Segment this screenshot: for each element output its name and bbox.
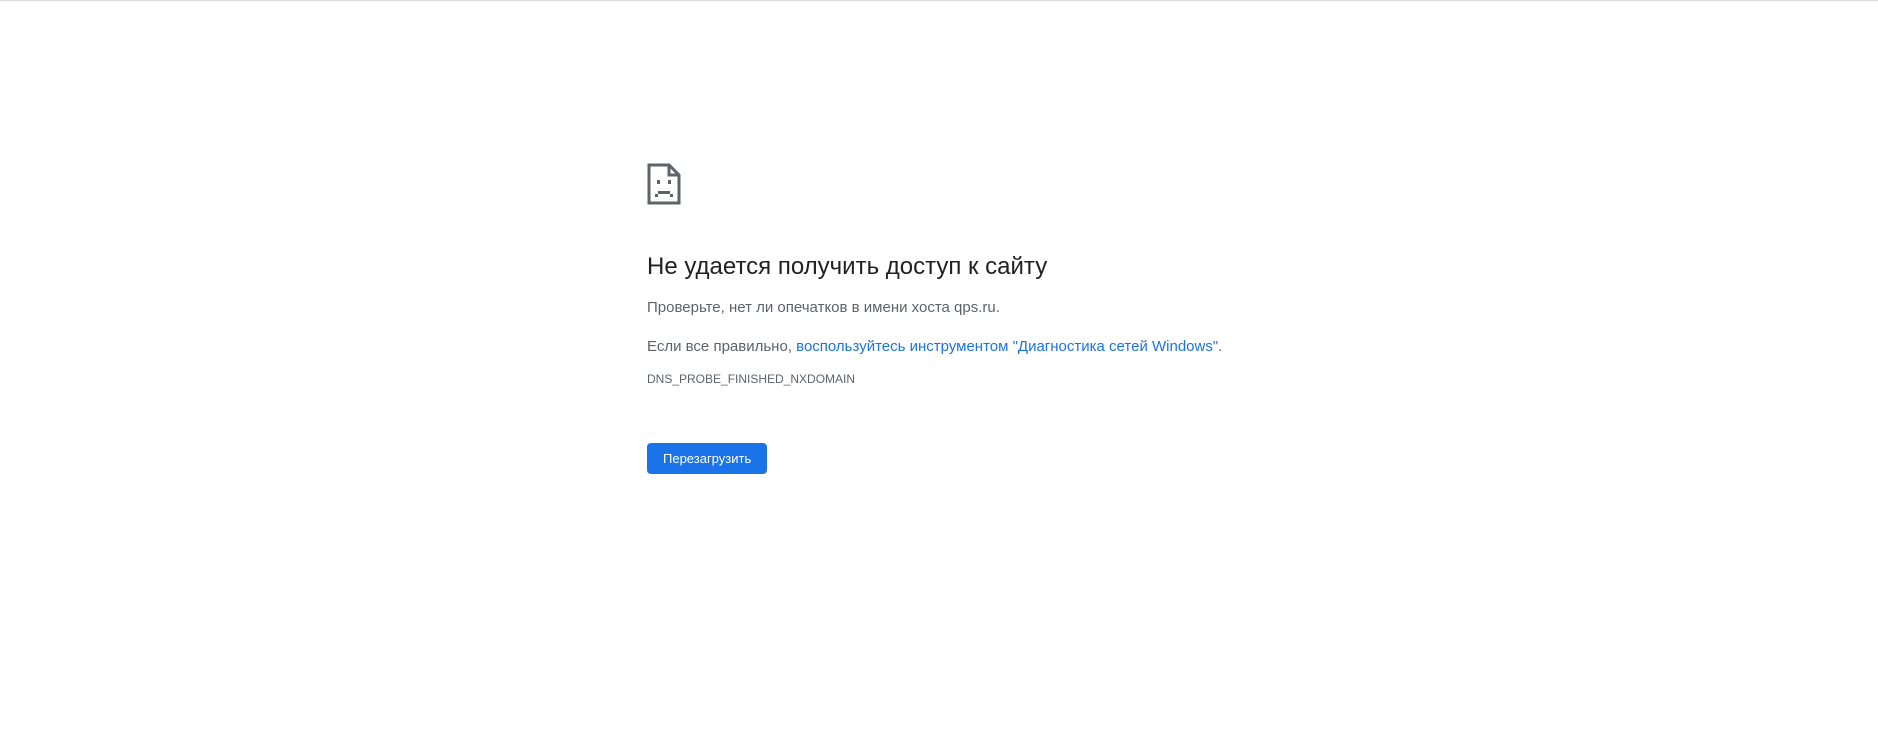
reload-button[interactable]: Перезагрузить [647,443,768,474]
hostname-check-text: Проверьте, нет ли опечатков в имени хост… [647,299,1000,316]
diagnostic-suffix: . [1218,338,1223,355]
diagnostic-prefix: Если все правильно, [647,338,797,355]
diagnostic-text: Если все правильно, воспользуйтесь инстр… [647,336,1347,358]
error-code: DNS_PROBE_FINISHED_NXDOMAIN [647,372,856,386]
page-title: Не удается получить доступ к сайту [647,253,1048,280]
top-border [0,0,1878,1]
error-page-content: Не удается получить доступ к сайту Прове… [647,163,1347,474]
network-diagnostics-link[interactable]: воспользуйтесь инструментом "Диагностика… [796,338,1218,355]
sad-page-icon [647,163,681,205]
